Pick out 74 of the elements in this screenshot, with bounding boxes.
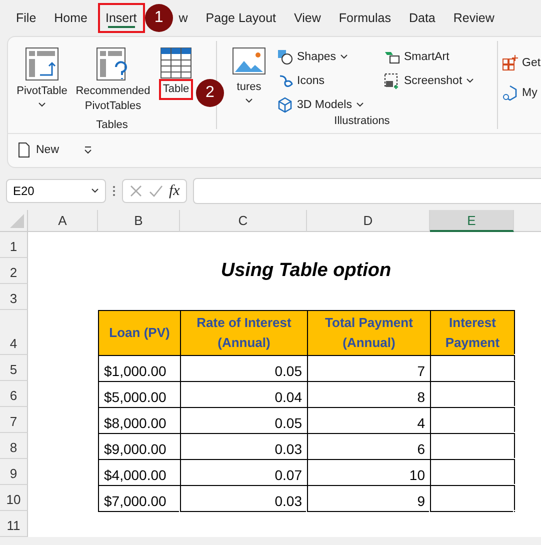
formula-input[interactable] xyxy=(192,178,541,204)
table-header-cell: Loan (PV) xyxy=(98,310,181,356)
caret-icon xyxy=(340,54,348,60)
screenshot-icon xyxy=(384,73,400,89)
recommended-pivot-icon xyxy=(96,47,130,81)
add-in-icon xyxy=(502,85,518,101)
dropdown-icon xyxy=(83,145,94,155)
row-header[interactable]: 8 xyxy=(0,433,28,459)
caret-icon xyxy=(356,102,364,108)
row-header[interactable]: 6 xyxy=(0,381,28,407)
ribbon-button[interactable]: Shapes xyxy=(277,47,364,67)
table-header-cell: Interest Payment xyxy=(430,310,515,356)
caret-icon xyxy=(466,78,474,84)
ribbon-button[interactable]: Recommended PivotTables xyxy=(74,45,152,119)
column-header[interactable]: C xyxy=(180,210,307,232)
table-header-cell: Rate of Interest (Annual) xyxy=(180,310,308,356)
document-icon xyxy=(16,142,32,158)
ribbon-button[interactable]: PivotTable xyxy=(12,45,72,110)
table-header-cell: Total Payment (Annual) xyxy=(307,310,431,356)
ribbon-button[interactable]: Get xyxy=(502,53,541,73)
smartart-icon xyxy=(384,49,400,65)
ribbon-button[interactable]: My xyxy=(502,83,541,103)
select-all-corner[interactable] xyxy=(0,210,28,232)
row-header[interactable]: 11 xyxy=(0,511,28,537)
group-label: Illustrations xyxy=(333,115,391,129)
callout-badge: 2 xyxy=(196,79,224,107)
column-header[interactable]: E xyxy=(430,210,514,232)
caret-icon xyxy=(38,102,46,108)
ribbon-button[interactable]: Screenshot xyxy=(384,71,474,91)
menu-tab[interactable]: Insert xyxy=(98,3,145,33)
ribbon-button[interactable]: 3D Models xyxy=(277,95,364,115)
menu-tab[interactable]: Data xyxy=(400,3,444,33)
row-header[interactable]: 7 xyxy=(0,407,28,433)
callout-badge: 1 xyxy=(144,4,173,32)
caret-icon xyxy=(245,98,253,104)
new-button[interactable]: New xyxy=(16,140,60,160)
row-header[interactable]: 4 xyxy=(0,310,28,355)
close-icon xyxy=(129,184,143,198)
row-header[interactable]: 1 xyxy=(0,232,28,258)
row-header[interactable]: 5 xyxy=(0,355,28,381)
row-header[interactable]: 9 xyxy=(0,459,28,485)
caret-icon xyxy=(91,188,99,194)
triangle-icon xyxy=(10,214,24,228)
table-icon xyxy=(160,47,192,79)
picture-icon xyxy=(232,47,266,77)
column-header[interactable]: B xyxy=(98,210,180,232)
add-in-icon xyxy=(502,55,518,71)
column-header[interactable]: D xyxy=(307,210,430,232)
table-cell: $7,000.00 xyxy=(98,485,181,512)
ribbon-button[interactable]: Icons xyxy=(277,71,364,91)
menu-tab[interactable]: View xyxy=(286,3,329,33)
menu-tab[interactable]: w xyxy=(170,3,196,33)
ribbon-button[interactable]: tures xyxy=(231,45,267,106)
menu-tab[interactable]: File xyxy=(8,3,44,33)
group-label: Tables xyxy=(95,119,129,133)
row-header[interactable]: 3 xyxy=(0,284,28,310)
cube-icon xyxy=(277,97,293,113)
name-box[interactable]: E20 xyxy=(6,179,106,203)
menu-tab[interactable]: Review xyxy=(445,3,502,33)
ribbon-button[interactable]: Table xyxy=(154,45,198,102)
more-icon xyxy=(112,184,116,198)
ribbon-button[interactable]: SmartArt xyxy=(384,47,474,67)
icons-icon xyxy=(277,73,293,89)
column-header[interactable]: A xyxy=(28,210,98,232)
menu-tab[interactable]: Home xyxy=(46,3,96,33)
row-header[interactable]: 10 xyxy=(0,485,28,511)
row-header[interactable]: 2 xyxy=(0,258,28,284)
check-icon xyxy=(149,184,163,198)
menu-tab[interactable]: Page Layout xyxy=(198,3,284,33)
shapes-icon xyxy=(277,49,293,65)
menu-tab[interactable]: Formulas xyxy=(330,3,399,33)
sheet-title: Using Table option xyxy=(220,259,392,283)
pivot-table-icon xyxy=(25,47,59,81)
function-button[interactable]: fx xyxy=(169,182,180,200)
